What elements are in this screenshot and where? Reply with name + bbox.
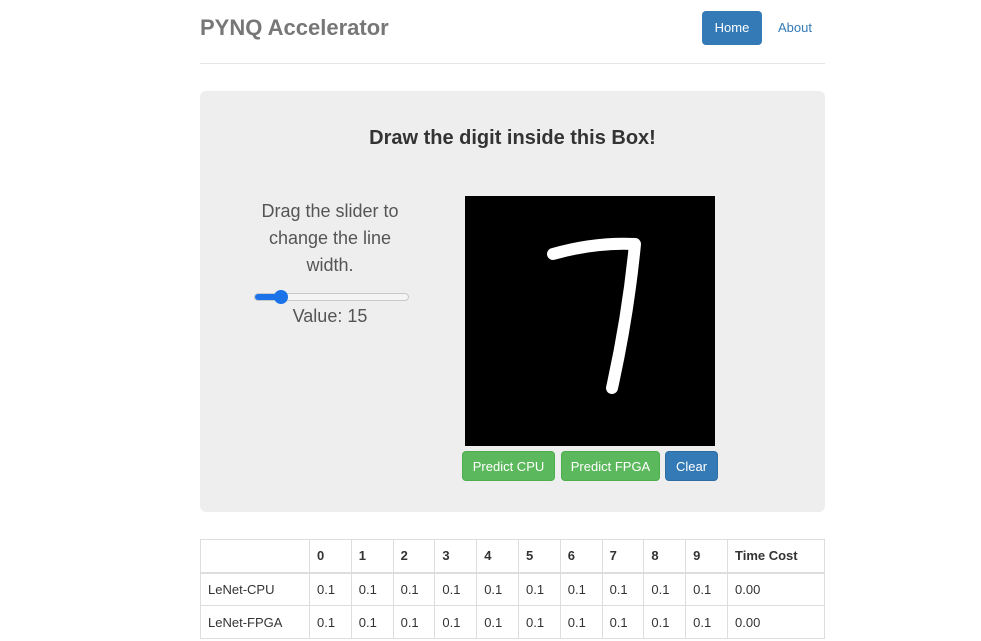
probability-cell: 0.1 [309,605,352,639]
header-cell-digit-3: 3 [434,539,478,574]
probability-cell: 0.1 [643,572,687,606]
probability-cell: 0.1 [350,572,394,606]
brand-title: PYNQ Accelerator [200,15,389,40]
header-cell-digit-9: 9 [685,539,728,574]
probability-cell: 0.1 [685,572,728,606]
nav-home-button[interactable]: Home [702,11,762,45]
header-cell-digit-7: 7 [601,539,645,574]
probability-cell: 0.1 [476,572,519,606]
row-label: LeNet-FPGA [200,605,310,639]
probability-cell: 0.1 [392,572,436,606]
time-cost-cell: 0.00 [727,605,825,639]
header-cell-digit-4: 4 [476,539,519,574]
probability-cell: 0.1 [601,605,645,639]
probability-cell: 0.1 [476,605,519,639]
probability-cell: 0.1 [517,605,561,639]
table-row: LeNet-FPGA 0.1 0.1 0.1 0.1 0.1 0.1 0.1 0… [200,605,825,639]
probability-cell: 0.1 [517,572,561,606]
row-label: LeNet-CPU [200,572,310,606]
table-row: LeNet-CPU 0.1 0.1 0.1 0.1 0.1 0.1 0.1 0.… [200,572,825,606]
probability-cell: 0.1 [434,572,478,606]
header-cell-digit-5: 5 [517,539,561,574]
drawing-canvas[interactable] [465,196,715,446]
nav-about-link[interactable]: About [776,11,814,45]
probability-cell: 0.1 [350,605,394,639]
probability-cell: 0.1 [434,605,478,639]
probability-cell: 0.1 [309,572,352,606]
slider-instructions: Drag the slider to change the line width… [261,201,399,275]
line-width-slider[interactable] [254,290,409,304]
table-header-row: 0 1 2 3 4 5 6 7 8 9 Time Cost [200,539,825,574]
header-cell-digit-1: 1 [350,539,394,574]
clear-button[interactable]: Clear [665,451,718,481]
header-cell-digit-2: 2 [392,539,436,574]
panel-title: Draw the digit inside this Box! [369,127,656,149]
header-cell-digit-0: 0 [309,539,352,574]
header-cell-digit-6: 6 [559,539,603,574]
slider-thumb[interactable] [273,290,288,304]
header-cell-name [200,539,310,574]
drawn-digit [547,237,641,394]
predict-fpga-button[interactable]: Predict FPGA [561,451,660,481]
probability-cell: 0.1 [559,605,603,639]
probability-cell: 0.1 [559,572,603,606]
header-cell-time-cost: Time Cost [727,539,825,574]
time-cost-cell: 0.00 [727,572,825,606]
slider-value-label: Value: 15 [292,306,368,326]
predict-cpu-button[interactable]: Predict CPU [462,451,555,481]
header-cell-digit-8: 8 [643,539,687,574]
results-table: 0 1 2 3 4 5 6 7 8 9 Time Cost LeNet-CPU … [200,539,825,639]
probability-cell: 0.1 [685,605,728,639]
page-header: PYNQ Accelerator Home About [200,0,825,64]
probability-cell: 0.1 [392,605,436,639]
drawing-panel: Draw the digit inside this Box! Drag the… [200,91,825,512]
probability-cell: 0.1 [601,572,645,606]
probability-cell: 0.1 [643,605,687,639]
